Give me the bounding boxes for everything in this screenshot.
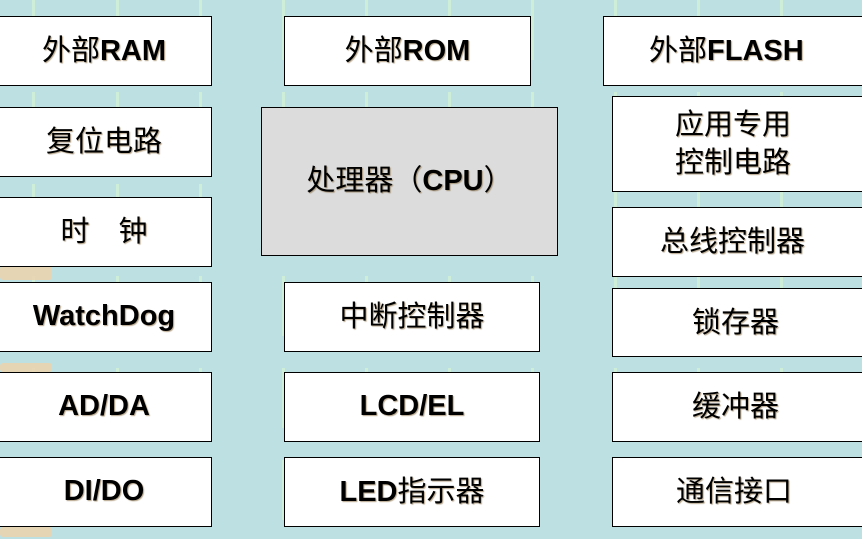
block-label: DI/DO bbox=[63, 475, 145, 508]
block-label-latin: RAM bbox=[99, 34, 167, 67]
block-label: 锁存器 bbox=[692, 304, 780, 339]
block-label: 中断控制器 bbox=[339, 299, 485, 334]
block-label: 应用专用 控制电路 bbox=[675, 107, 792, 179]
block-latch: 锁存器 bbox=[612, 288, 862, 357]
background-decoration bbox=[0, 266, 52, 280]
block-external-flash: 外部FLASH bbox=[603, 16, 862, 86]
block-label: 总线控制器 bbox=[660, 224, 806, 259]
block-external-rom: 外部ROM bbox=[284, 16, 531, 86]
block-label: 通信接口 bbox=[676, 474, 793, 509]
block-label-cjk: 指示器 bbox=[397, 473, 485, 508]
block-label: AD/DA bbox=[58, 390, 150, 423]
block-clock: 时 钟 bbox=[0, 197, 212, 267]
block-external-ram: 外部RAM bbox=[0, 16, 212, 86]
block-label: 复位电路 bbox=[45, 124, 162, 159]
block-label-latin: CPU bbox=[422, 165, 484, 198]
block-buffer: 缓冲器 bbox=[612, 372, 862, 442]
block-lcd-el: LCD/EL bbox=[284, 372, 540, 442]
block-watchdog: WatchDog bbox=[0, 282, 212, 352]
block-label-latin: LED bbox=[339, 475, 398, 508]
block-label: 缓冲器 bbox=[692, 389, 780, 424]
block-label-cjk: 外部 bbox=[649, 32, 708, 67]
background-decoration bbox=[0, 363, 52, 372]
block-asic-control-circuit: 应用专用 控制电路 bbox=[612, 96, 862, 192]
block-led-indicator: LED指示器 bbox=[284, 457, 540, 527]
block-label-cjk: 外部 bbox=[344, 32, 403, 67]
block-reset-circuit: 复位电路 bbox=[0, 107, 212, 177]
block-communication-interface: 通信接口 bbox=[612, 457, 862, 527]
block-label: WatchDog bbox=[32, 300, 176, 333]
block-bus-controller: 总线控制器 bbox=[612, 207, 862, 277]
block-label-suffix: ） bbox=[483, 163, 513, 198]
block-label-cjk: 外部 bbox=[41, 32, 100, 67]
block-cpu: 处理器（CPU） bbox=[261, 107, 558, 256]
block-label-cjk: 处理器（ bbox=[306, 163, 423, 198]
block-label-latin: ROM bbox=[402, 34, 471, 67]
block-interrupt-controller: 中断控制器 bbox=[284, 282, 540, 352]
block-label-latin: FLASH bbox=[707, 34, 804, 67]
block-di-do: DI/DO bbox=[0, 457, 212, 527]
block-label: 时 钟 bbox=[60, 214, 148, 249]
block-ad-da: AD/DA bbox=[0, 372, 212, 442]
background-decoration bbox=[0, 527, 52, 537]
block-label: LCD/EL bbox=[359, 390, 465, 423]
